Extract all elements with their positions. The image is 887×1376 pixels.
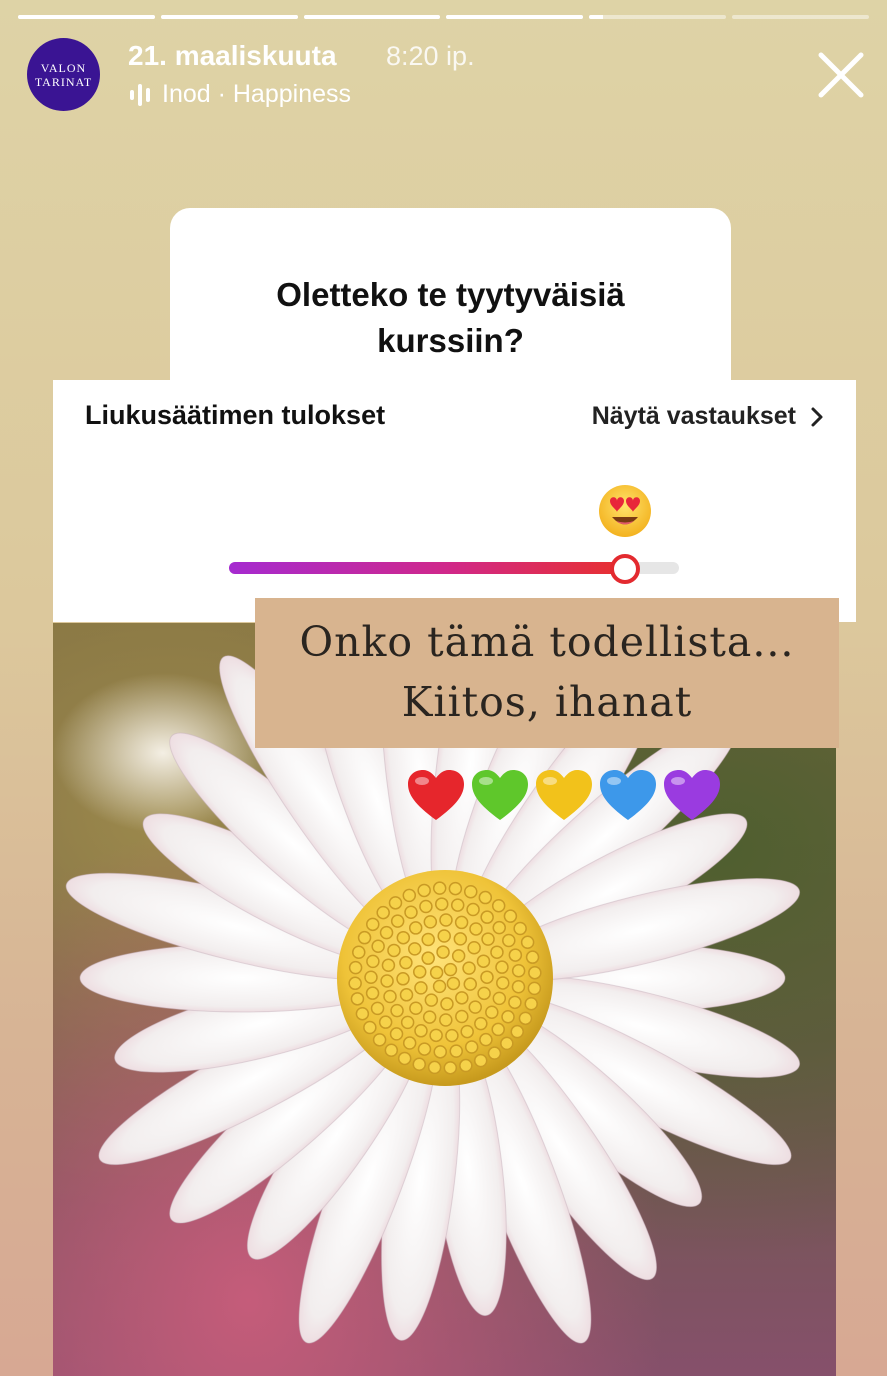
hearts-row (406, 768, 722, 822)
chevron-right-icon (811, 407, 823, 426)
progress-segment (18, 15, 155, 19)
question-line1: Oletteko te tyytyväisiä (276, 276, 625, 313)
slider-results-panel: Liukusäätimen tulokset Näytä vastaukset (53, 380, 856, 622)
show-responses-label: Näytä vastaukset (591, 402, 796, 430)
avatar-text-line1: VALON (40, 60, 87, 75)
show-responses-link[interactable]: Näytä vastaukset (592, 402, 824, 431)
question-line2: kurssiin? (377, 322, 524, 359)
progress-segment (303, 15, 441, 19)
music-info[interactable]: Inod · Happiness (130, 80, 351, 109)
progress-segment (589, 15, 727, 19)
story-date[interactable]: 21. maaliskuuta (128, 40, 337, 72)
blue-heart-icon (600, 770, 656, 820)
slider-fill (229, 562, 625, 574)
story-time: 8:20 ip. (386, 41, 475, 71)
audio-wave-icon (130, 82, 150, 108)
red-heart-icon (408, 770, 464, 820)
music-label: Inod · Happiness (162, 80, 352, 108)
results-title: Liukusäätimen tulokset (85, 400, 386, 430)
slider-knob (610, 554, 640, 584)
story-caption: Onko tämä todellista... Kiitos, ihanat (255, 598, 839, 748)
emoji-slider (229, 554, 679, 584)
close-button[interactable] (816, 50, 866, 100)
heart-eyes-emoji (599, 485, 651, 537)
caption-line1: Onko tämä todellista... (299, 618, 795, 666)
green-heart-icon (472, 770, 528, 820)
progress-segment (160, 15, 298, 19)
avatar[interactable]: VALON TARINAT (27, 38, 100, 111)
purple-heart-icon (664, 770, 720, 820)
avatar-text-line2: TARINAT (34, 74, 93, 89)
question-text: Oletteko te tyytyväisiä kurssiin? (170, 272, 731, 364)
yellow-heart-icon (536, 770, 592, 820)
close-icon (818, 52, 864, 98)
caption-line2: Kiitos, ihanat (401, 678, 693, 726)
story-progress (18, 15, 869, 20)
progress-segment (446, 15, 584, 19)
progress-segment (732, 15, 869, 19)
